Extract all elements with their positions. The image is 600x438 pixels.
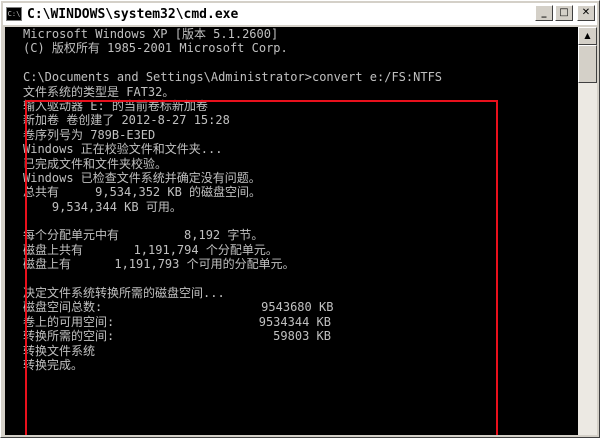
console-lines: Microsoft Windows XP [版本 5.1.2600] (C) 版权… [23,27,442,372]
console-line: 已完成文件和文件夹校验。 [23,156,168,171]
console-line: 磁盘上有 1,191,793 个可用的分配单元。 [23,257,295,272]
console-line: 决定文件系统转换所需的磁盘空间... [23,286,225,301]
window-title: C:\WINDOWS\system32\cmd.exe [27,6,239,22]
console-line: Microsoft Windows XP [版本 5.1.2600] [23,27,279,41]
console-line: 输入驱动器 E: 的当前卷标新加卷 [23,98,208,113]
cmd-icon[interactable]: C:\ [6,7,22,21]
scroll-up-button[interactable]: ▲ [578,27,597,45]
console-line: 转换文件系统 [23,343,96,358]
minimize-button[interactable]: _ [535,5,553,21]
console-line: 转换所需的空间: 59803 KB [23,329,331,344]
console-line: C:\Documents and Settings\Administrator>… [23,70,443,85]
console-line: 每个分配单元中有 8,192 字节。 [23,228,264,243]
console-line: 卷上的可用空间: 9534344 KB [23,314,331,329]
console-line: 文件系统的类型是 FAT32。 [23,84,175,99]
console-output[interactable]: Microsoft Windows XP [版本 5.1.2600] (C) 版权… [5,27,578,435]
vertical-scrollbar[interactable]: ▲ [578,27,597,435]
maximize-button[interactable]: □ [555,5,573,21]
console-line: Windows 已检查文件系统并确定没有问题。 [23,170,261,185]
console-line: 磁盘空间总数: 9543680 KB [23,300,334,315]
console-line: 总共有 9,534,352 KB 的磁盘空间。 [23,185,262,200]
title-bar[interactable]: C:\ C:\WINDOWS\system32\cmd.exe _ □ ✕ [3,3,597,25]
window-controls: _ □ ✕ [535,5,595,21]
console-line: 9,534,344 KB 可用。 [23,199,182,214]
console-line: (C) 版权所有 1985-2001 Microsoft Corp. [23,41,288,56]
console-line: 卷序列号为 789B-E3ED [23,127,156,142]
console-line: 转换完成。 [23,357,84,372]
console-line: Windows 正在校验文件和文件夹... [23,142,223,157]
console-line: 新加卷 卷创建了 2012-8-27 15:28 [23,113,230,128]
close-button[interactable]: ✕ [577,5,595,21]
cmd-window: C:\ C:\WINDOWS\system32\cmd.exe _ □ ✕ Mi… [0,0,600,438]
scroll-thumb[interactable] [578,45,597,83]
console-line: 磁盘上共有 1,191,794 个分配单元。 [23,242,278,257]
